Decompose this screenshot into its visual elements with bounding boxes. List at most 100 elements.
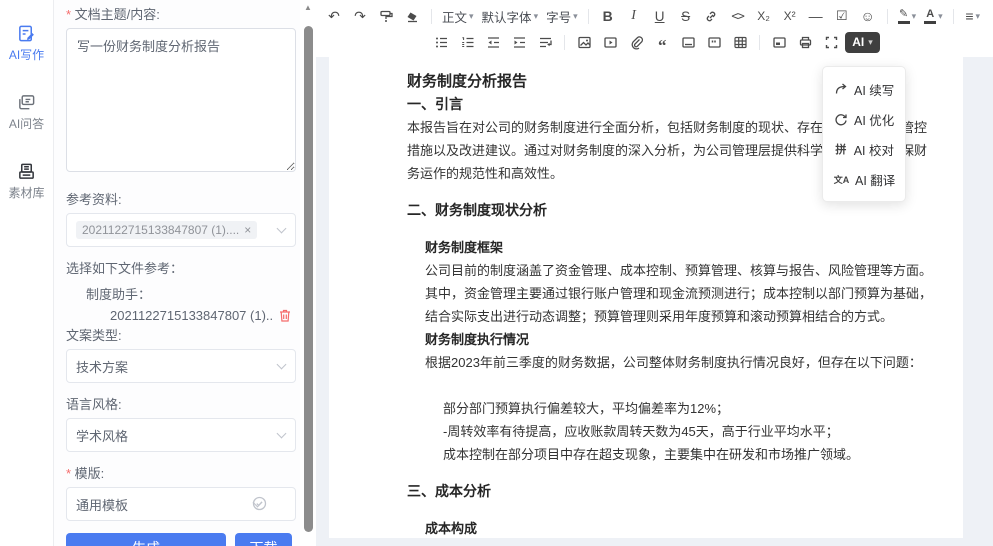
doc-block: 二、财务制度现状分析	[407, 199, 936, 222]
font-color-dropdown[interactable]: A ▾	[921, 5, 946, 27]
style-value: 学术风格	[76, 426, 128, 445]
line-break-icon[interactable]	[533, 31, 557, 53]
download-button[interactable]: 下载	[235, 533, 292, 546]
subscript-icon[interactable]: X₂	[752, 5, 776, 27]
link-icon[interactable]	[700, 5, 724, 27]
font-family-dropdown[interactable]: 默认字体 ▾	[479, 5, 542, 27]
doc-block: 财务制度执行情况	[425, 328, 936, 351]
doc-block: 根据2023年前三季度的财务数据，公司整体财务制度执行情况良好，但存在以下问题：	[425, 351, 936, 374]
ai-translate-icon: 文A	[834, 173, 849, 186]
chevron-down-icon	[277, 429, 287, 439]
doc-block: 成本控制在部分项目中存在超支现象，主要集中在研发和市场推广领域。	[443, 443, 936, 466]
menu-item-ai-continue[interactable]: AI 续写	[823, 74, 905, 104]
template-select[interactable]: 通用模板	[66, 487, 296, 521]
topic-label: 文档主题/内容:	[66, 6, 292, 23]
delete-file-icon[interactable]	[278, 308, 292, 323]
print-icon[interactable]	[793, 31, 817, 53]
chevron-down-icon: ▾	[573, 11, 578, 22]
chevron-down-icon: ▾	[976, 11, 981, 22]
ai-optimize-icon	[834, 112, 848, 126]
form-panel: 文档主题/内容: 写一份财务制度分析报告 参考资料: 2021122715133…	[54, 0, 300, 546]
doc-block: 成本构成	[425, 517, 936, 538]
image-icon[interactable]	[572, 31, 596, 53]
highlight-pen-icon: ✎	[898, 9, 910, 24]
chevron-down-icon: ▾	[938, 11, 943, 22]
underline-icon[interactable]: U	[648, 5, 672, 27]
outdent-icon[interactable]	[481, 31, 505, 53]
ai-continue-icon	[834, 82, 848, 96]
bullet-list-icon[interactable]	[429, 31, 453, 53]
topic-input[interactable]: 写一份财务制度分析报告	[66, 28, 296, 172]
bold-icon[interactable]: B	[596, 5, 620, 27]
app-window: AI写作 AI问答 素材库 文档主题/内容: 写一份财务制度	[0, 0, 993, 546]
doc-block: 三、成本分析	[407, 480, 936, 503]
doc-block: 财务制度框架	[425, 236, 936, 259]
toolbar-row-1: ↶ ↷ 正文 ▾ 默认字体	[322, 3, 987, 29]
editor-toolbar: ↶ ↷ 正文 ▾ 默认字体	[316, 0, 993, 57]
sidebar-item-ai-qa[interactable]: AI问答	[9, 93, 44, 132]
style-label: 语言风格:	[66, 396, 292, 413]
font-color-icon: A	[924, 9, 936, 24]
sidebar: AI写作 AI问答 素材库	[0, 0, 54, 546]
menu-item-ai-proofread[interactable]: 拼 AI 校对	[823, 134, 905, 164]
ai-dropdown-button[interactable]: AI ▾	[845, 32, 880, 53]
ai-qa-icon	[17, 93, 36, 112]
divider-icon[interactable]	[676, 31, 700, 53]
redo-icon[interactable]: ↷	[348, 5, 372, 27]
sidebar-item-label: AI写作	[9, 46, 44, 63]
reference-tag-text: 2021122715133847807 (1)....	[82, 223, 239, 237]
paragraph-style-dropdown[interactable]: 正文 ▾	[439, 5, 477, 27]
blockquote-icon[interactable]: “	[650, 31, 674, 53]
scroll-up-icon[interactable]: ▲	[303, 3, 313, 12]
indent-icon[interactable]	[507, 31, 531, 53]
remove-tag-icon[interactable]: ×	[244, 223, 251, 237]
emoji-icon[interactable]: ☺	[856, 5, 880, 27]
chevron-down-icon	[277, 224, 287, 234]
align-dropdown[interactable]: ≡ ▾	[961, 5, 985, 27]
generate-button[interactable]: 生成	[66, 533, 226, 546]
embed-frame-icon[interactable]	[767, 31, 791, 53]
strikethrough-icon[interactable]: S	[674, 5, 698, 27]
style-select[interactable]: 学术风格	[66, 418, 296, 452]
ai-writing-icon	[17, 24, 36, 43]
format-painter-icon[interactable]	[374, 5, 398, 27]
doc-block: 部分部门预算执行偏差较大，平均偏差率为12%；	[443, 397, 936, 420]
file-name: 2021122715133847807 (1)....	[110, 308, 272, 323]
superscript-icon[interactable]: X²	[778, 5, 802, 27]
table-icon[interactable]	[728, 31, 752, 53]
attachment-icon[interactable]	[624, 31, 648, 53]
file-group-label: 制度助手：	[86, 284, 292, 303]
doc-block: -周转效率有待提高，应收账款周转天数为45天，高于行业平均水平；	[443, 420, 936, 443]
undo-icon[interactable]: ↶	[322, 5, 346, 27]
menu-item-ai-optimize[interactable]: AI 优化	[823, 104, 905, 134]
code-block-icon[interactable]	[702, 31, 726, 53]
reference-select[interactable]: 2021122715133847807 (1).... ×	[66, 213, 296, 247]
chevron-down-icon: ▾	[469, 11, 474, 22]
scrollbar-thumb[interactable]	[304, 26, 313, 532]
menu-item-ai-translate[interactable]: 文A AI 翻译	[823, 164, 905, 194]
menu-item-label: AI 续写	[854, 80, 894, 99]
ordered-list-icon[interactable]	[455, 31, 479, 53]
template-label: 模版:	[66, 465, 292, 482]
chevron-down-icon: ▾	[868, 37, 873, 48]
clear-format-icon[interactable]	[400, 5, 424, 27]
highlight-pen-dropdown[interactable]: ✎ ▾	[895, 5, 920, 27]
horizontal-rule-icon[interactable]: —	[804, 5, 828, 27]
video-icon[interactable]	[598, 31, 622, 53]
inline-code-icon[interactable]: <>	[726, 5, 750, 27]
menu-item-label: AI 校对	[854, 140, 894, 159]
file-section-label: 选择如下文件参考：	[66, 260, 292, 277]
fullscreen-icon[interactable]	[819, 31, 843, 53]
sidebar-item-label: 素材库	[8, 184, 44, 201]
italic-icon[interactable]: I	[622, 5, 646, 27]
chevron-down-icon: ▾	[534, 11, 539, 22]
copy-type-label: 文案类型:	[66, 327, 292, 344]
toolbar-row-2: “	[322, 29, 987, 55]
copy-type-select[interactable]: 技术方案	[66, 349, 296, 383]
font-size-dropdown[interactable]: 字号 ▾	[543, 5, 581, 27]
todo-checkbox-icon[interactable]: ☑	[830, 5, 854, 27]
form-scrollbar: ▲	[300, 0, 316, 546]
sidebar-item-material-library[interactable]: 素材库	[8, 162, 44, 201]
sidebar-item-ai-writing[interactable]: AI写作	[9, 24, 44, 63]
ai-proofread-icon: 拼	[834, 141, 848, 157]
